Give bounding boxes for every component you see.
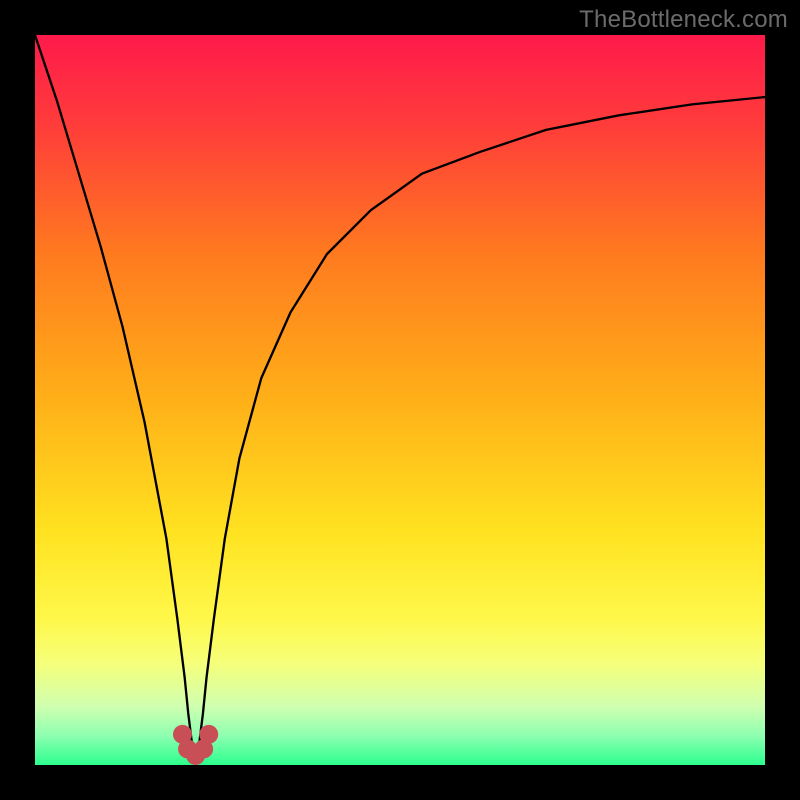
curve-layer (35, 35, 765, 765)
watermark-text: TheBottleneck.com (579, 6, 788, 34)
plot-area (35, 35, 765, 765)
marker-dot (199, 725, 218, 744)
markers (173, 725, 218, 765)
bottleneck-curve (35, 35, 765, 756)
chart-frame: TheBottleneck.com (0, 0, 800, 800)
